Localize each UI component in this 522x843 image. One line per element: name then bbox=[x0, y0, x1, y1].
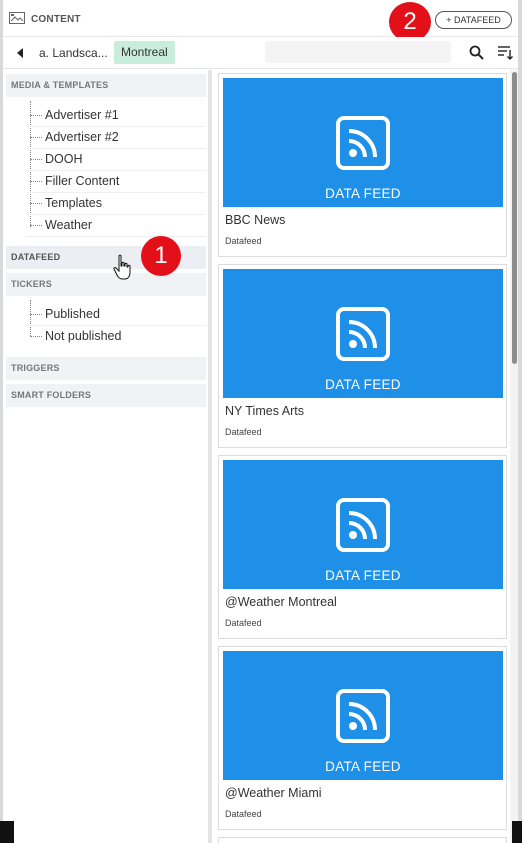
divider bbox=[26, 236, 206, 237]
sidebar-item-published[interactable]: Published bbox=[45, 307, 100, 321]
add-datafeed-button[interactable]: + DATAFEED bbox=[435, 11, 512, 29]
tree-tick bbox=[30, 314, 42, 315]
back-arrow-icon[interactable] bbox=[16, 47, 26, 59]
tree-tick bbox=[30, 203, 42, 204]
window-frame-right bbox=[518, 0, 522, 843]
datafeed-title: NY Times Arts bbox=[225, 404, 304, 418]
section-media-templates[interactable]: MEDIA & TEMPLATES bbox=[6, 74, 206, 97]
datafeed-title: BBC News bbox=[225, 213, 286, 227]
sidebar-item-advertiser-2[interactable]: Advertiser #2 bbox=[45, 130, 119, 144]
rss-icon bbox=[336, 498, 390, 552]
rss-icon bbox=[336, 307, 390, 361]
datafeed-card[interactable]: DATA FEED @Weather Miami Datafeed bbox=[218, 646, 507, 830]
datafeed-card[interactable]: DATA FEED @Weather Montreal Datafeed bbox=[218, 455, 507, 639]
sort-icon[interactable] bbox=[497, 44, 513, 60]
window-edge bbox=[512, 821, 522, 843]
toolbar: a. Landsca... Montreal bbox=[3, 37, 518, 69]
divider bbox=[26, 214, 206, 215]
datafeed-list: DATA FEED BBC News Datafeed DATA FEED NY… bbox=[212, 70, 510, 843]
datafeed-type: Datafeed bbox=[225, 618, 262, 628]
sidebar-item-not-published[interactable]: Not published bbox=[45, 329, 121, 343]
divider bbox=[26, 148, 206, 149]
window-edge bbox=[0, 821, 14, 843]
thumbnail-label: DATA FEED bbox=[325, 377, 401, 392]
datafeed-title: @Weather Miami bbox=[225, 786, 322, 800]
breadcrumb[interactable]: a. Landsca... bbox=[39, 46, 108, 60]
sidebar-item-advertiser-1[interactable]: Advertiser #1 bbox=[45, 108, 119, 122]
datafeed-card[interactable]: DATA FEED NY Times Arts Datafeed bbox=[218, 264, 507, 448]
tree-tick bbox=[30, 225, 42, 226]
tree-tick bbox=[30, 159, 42, 160]
datafeed-type: Datafeed bbox=[225, 427, 262, 437]
divider bbox=[26, 325, 206, 326]
datafeed-thumbnail: DATA FEED bbox=[223, 460, 503, 589]
sidebar-item-weather[interactable]: Weather bbox=[45, 218, 92, 232]
datafeed-thumbnail: DATA FEED bbox=[223, 78, 503, 207]
sidebar-item-templates[interactable]: Templates bbox=[45, 196, 102, 210]
sidebar-item-filler-content[interactable]: Filler Content bbox=[45, 174, 119, 188]
search-icon[interactable] bbox=[469, 45, 484, 60]
datafeed-type: Datafeed bbox=[225, 236, 262, 246]
tree-tick bbox=[30, 336, 42, 337]
rss-icon bbox=[336, 116, 390, 170]
scrollbar-thumb[interactable] bbox=[512, 72, 517, 364]
section-triggers[interactable]: TRIGGERS bbox=[6, 357, 206, 380]
content-header: CONTENT + DATAFEED bbox=[3, 0, 518, 37]
divider bbox=[26, 192, 206, 193]
tree-line bbox=[30, 300, 31, 336]
datafeed-title: @Weather Montreal bbox=[225, 595, 337, 609]
pointer-cursor-icon bbox=[113, 254, 131, 280]
divider bbox=[26, 170, 206, 171]
step-callout-1: 1 bbox=[141, 236, 181, 276]
tree-tick bbox=[30, 181, 42, 182]
datafeed-thumbnail: DATA FEED bbox=[223, 269, 503, 398]
datafeed-card[interactable]: DATA FEED BBC News Datafeed bbox=[218, 73, 507, 257]
thumbnail-label: DATA FEED bbox=[325, 186, 401, 201]
sidebar-item-dooh[interactable]: DOOH bbox=[45, 152, 83, 166]
search-input[interactable] bbox=[265, 41, 451, 63]
tree-tick bbox=[30, 137, 42, 138]
rss-icon bbox=[336, 689, 390, 743]
tree-line bbox=[30, 101, 31, 227]
sidebar: MEDIA & TEMPLATES Advertiser #1 Advertis… bbox=[3, 70, 208, 843]
page-title: CONTENT bbox=[31, 14, 81, 25]
step-callout-2: 2 bbox=[389, 2, 431, 42]
datafeed-thumbnail: DATA FEED bbox=[223, 651, 503, 780]
thumbnail-label: DATA FEED bbox=[325, 759, 401, 774]
section-tickers[interactable]: TICKERS bbox=[6, 273, 206, 296]
divider bbox=[26, 126, 206, 127]
thumbnail-label: DATA FEED bbox=[325, 568, 401, 583]
datafeed-type: Datafeed bbox=[225, 809, 262, 819]
datafeed-card-partial[interactable] bbox=[218, 837, 507, 843]
filter-tag[interactable]: Montreal bbox=[114, 41, 175, 64]
section-smart-folders[interactable]: SMART FOLDERS bbox=[6, 384, 206, 407]
content-icon bbox=[9, 12, 25, 24]
tree-tick bbox=[30, 115, 42, 116]
